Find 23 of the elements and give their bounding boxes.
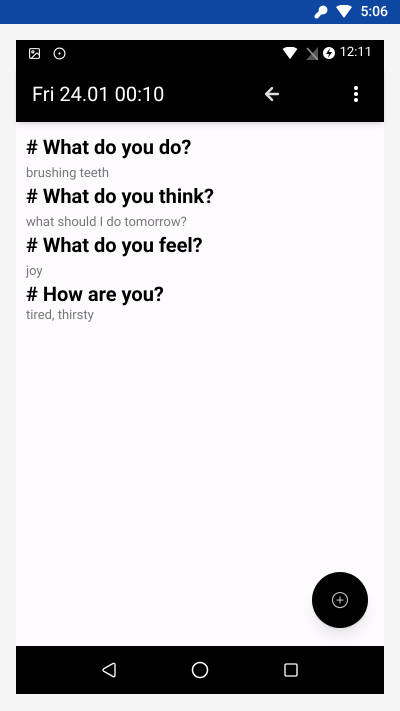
answer-text: brushing teeth: [26, 165, 110, 183]
wifi-icon: [282, 46, 298, 60]
more-vertical-icon: [354, 86, 358, 102]
answer-text: tired, thirsty: [26, 307, 95, 325]
plus-circle-icon: [331, 591, 349, 609]
question-heading: # What do you do?: [26, 134, 192, 160]
square-icon: [282, 662, 299, 678]
question-heading: # How are you?: [26, 281, 165, 307]
wifi-icon: [336, 5, 352, 19]
circle-icon: [190, 661, 209, 679]
toolbar-title: Fri 24.01 00:10: [32, 81, 166, 108]
image-icon: [28, 46, 41, 60]
record-icon: [53, 46, 66, 60]
triangle-icon: [101, 662, 118, 678]
question-heading: # What do you feel?: [26, 232, 204, 258]
clock: 12:11: [340, 44, 372, 62]
question-heading: # What do you think?: [26, 183, 215, 209]
battery-saver-icon: [322, 46, 336, 60]
answer-text: what should I do tomorrow?: [26, 214, 188, 232]
clock: 5:06: [360, 2, 388, 22]
key-icon: [314, 5, 328, 19]
no-signal-icon: [306, 46, 318, 60]
answer-text: joy: [26, 263, 44, 281]
